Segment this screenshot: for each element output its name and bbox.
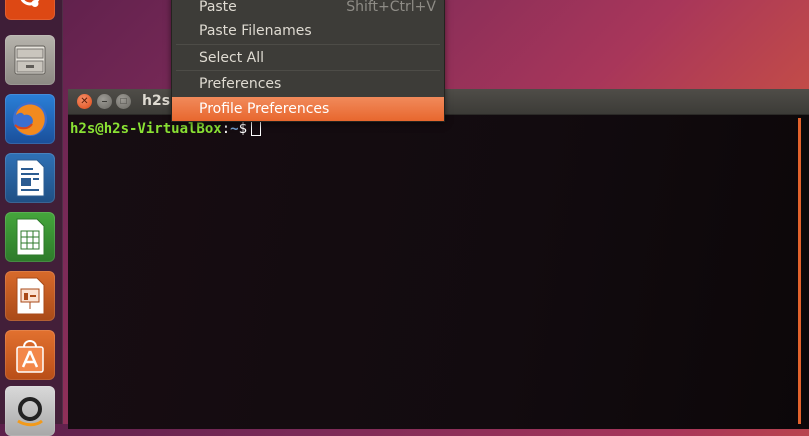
minimize-icon: – xyxy=(101,96,108,107)
menu-item-accelerator: Shift+Ctrl+V xyxy=(346,0,436,15)
shopping-bag-icon xyxy=(16,340,44,373)
menu-separator xyxy=(176,70,440,71)
menu-item-paste-filenames[interactable]: Paste Filenames xyxy=(172,19,444,43)
menu-item-label: Paste Filenames xyxy=(199,23,312,39)
prompt-path: ~ xyxy=(230,121,239,137)
launcher-item-impress[interactable] xyxy=(5,271,55,321)
ubuntu-logo-icon xyxy=(20,0,40,7)
menu-separator xyxy=(176,44,440,45)
window-title: h2s xyxy=(142,93,171,109)
impress-presentation-icon xyxy=(16,277,45,315)
close-icon: ✕ xyxy=(80,96,89,107)
amazon-icon xyxy=(17,397,43,427)
close-window-button[interactable]: ✕ xyxy=(77,94,92,109)
launcher-item-files[interactable] xyxy=(5,35,55,85)
menu-item-label: Paste xyxy=(199,0,237,15)
launcher-item-ubuntu-software[interactable] xyxy=(5,330,55,380)
menu-item-preferences[interactable]: Preferences xyxy=(172,72,444,96)
context-menu: Paste Shift+Ctrl+V Paste Filenames Selec… xyxy=(171,0,445,122)
launcher-item-amazon[interactable] xyxy=(5,386,55,436)
menu-item-label: Select All xyxy=(199,50,264,66)
menu-item-profile-preferences[interactable]: Profile Preferences xyxy=(172,97,444,121)
menu-item-label: Preferences xyxy=(199,76,282,92)
launcher-item-calc[interactable] xyxy=(5,212,55,262)
menu-item-paste[interactable]: Paste Shift+Ctrl+V xyxy=(172,0,444,19)
launcher-item-ubuntu-dash[interactable] xyxy=(5,0,55,20)
prompt-separator: : xyxy=(221,121,231,137)
prompt-user-host: h2s@h2s-VirtualBox xyxy=(70,121,222,137)
maximize-icon: □ xyxy=(120,96,127,107)
calc-spreadsheet-icon xyxy=(16,218,45,256)
file-cabinet-icon xyxy=(14,45,46,75)
minimize-window-button[interactable]: – xyxy=(97,94,112,109)
writer-document-icon xyxy=(16,159,45,197)
terminal-scrollbar[interactable] xyxy=(798,118,801,424)
terminal-body[interactable]: h2s@h2s-VirtualBox:~$ xyxy=(68,115,809,429)
unity-launcher xyxy=(0,0,63,436)
menu-item-select-all[interactable]: Select All xyxy=(172,46,444,70)
prompt-symbol: $ xyxy=(238,121,248,137)
maximize-window-button[interactable]: □ xyxy=(116,94,131,109)
firefox-icon xyxy=(13,102,47,136)
launcher-item-writer[interactable] xyxy=(5,153,55,203)
menu-item-label: Profile Preferences xyxy=(199,101,330,117)
launcher-item-firefox[interactable] xyxy=(5,94,55,144)
terminal-window: ✕ – □ h2s h2s@h2s-VirtualBox:~$ xyxy=(68,89,809,429)
